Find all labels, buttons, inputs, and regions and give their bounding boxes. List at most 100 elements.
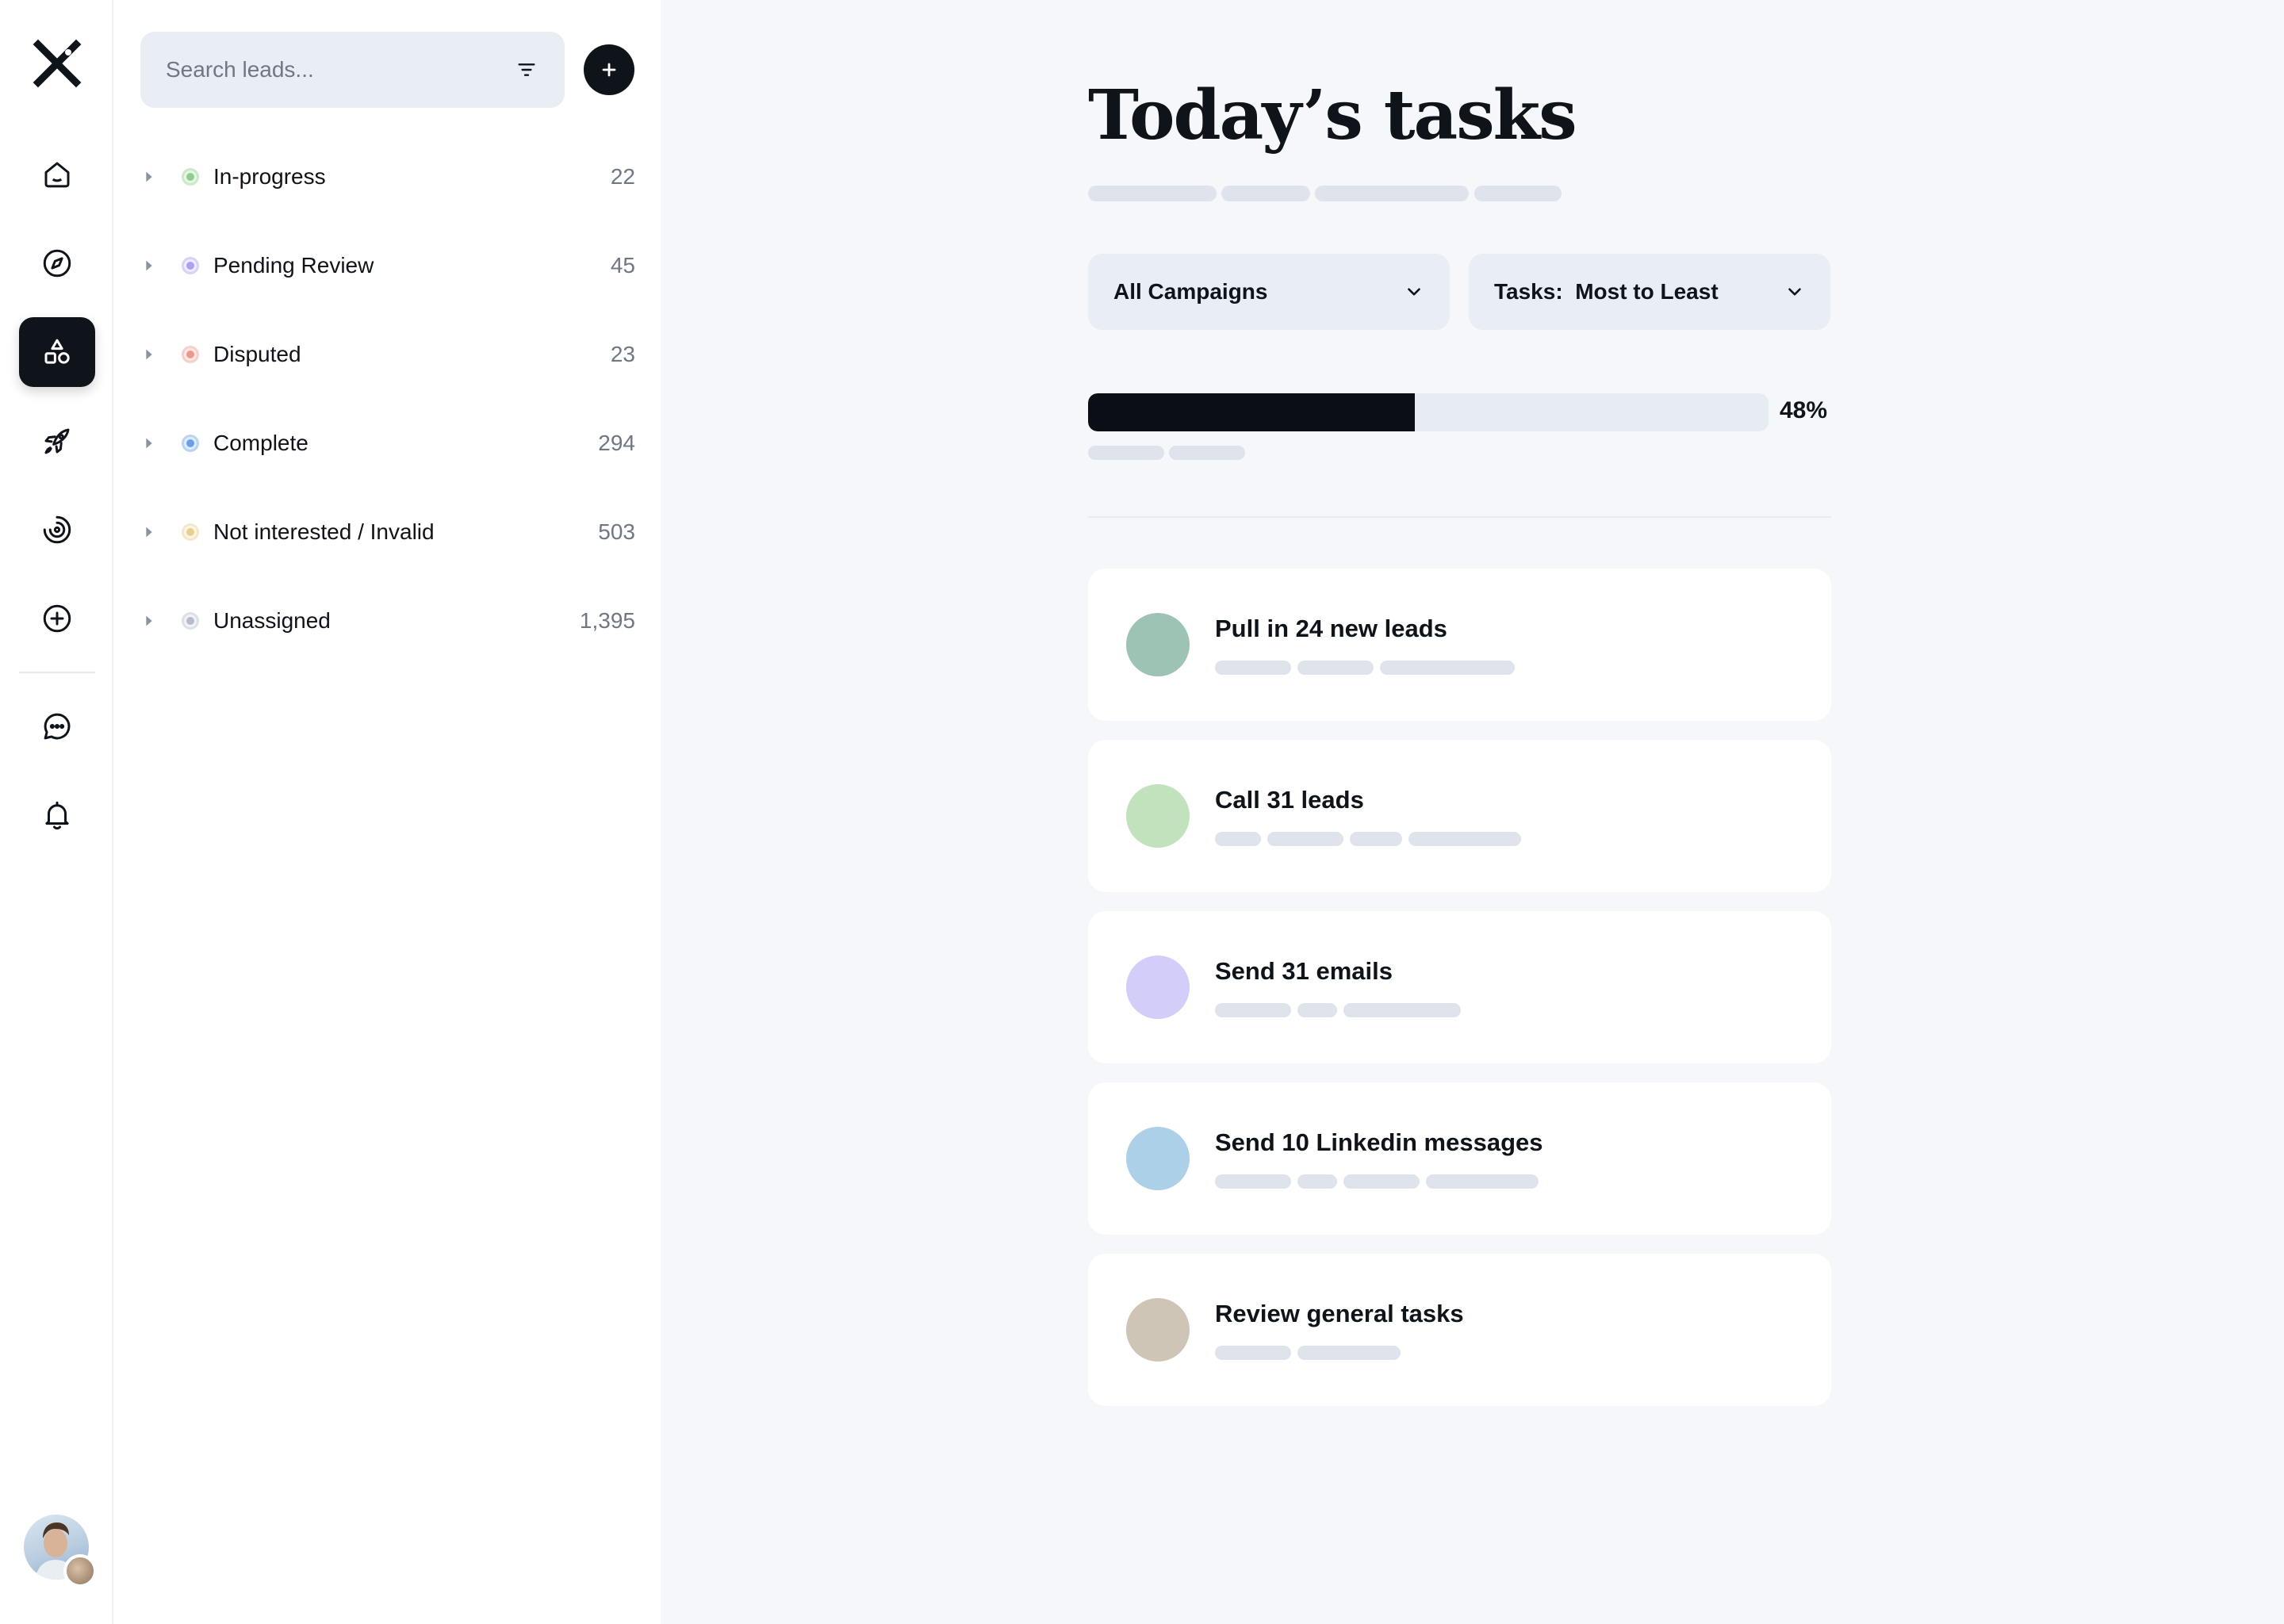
nav-messages-button[interactable] xyxy=(19,691,95,761)
task-card[interactable]: Pull in 24 new leads xyxy=(1088,569,1831,721)
task-detail-skeleton xyxy=(1215,1346,1291,1360)
task-avatar xyxy=(1126,1127,1190,1190)
progress-caption-skeleton xyxy=(1169,446,1245,460)
leads-panel: In-progress 22 Pending Review 45 Disputed 23 C… xyxy=(115,0,661,1624)
task-detail-skeleton xyxy=(1297,661,1374,675)
lead-group-count: 45 xyxy=(610,253,635,278)
nav-home-button[interactable] xyxy=(19,140,95,209)
task-detail-skeleton xyxy=(1297,1003,1337,1017)
task-card[interactable]: Review general tasks xyxy=(1088,1254,1831,1406)
progress-bar-fill xyxy=(1088,393,1415,431)
user-avatar[interactable] xyxy=(24,1515,97,1588)
lead-group-label: Not interested / Invalid xyxy=(213,519,435,544)
target-icon xyxy=(43,515,71,544)
task-detail-skeleton xyxy=(1297,1174,1337,1189)
subtitle-skeleton xyxy=(1474,186,1562,201)
lead-group-count: 294 xyxy=(598,431,635,455)
chevron-down-icon xyxy=(1408,288,1420,296)
lead-group-row[interactable]: In-progress 22 xyxy=(140,148,635,205)
campaign-dropdown-label: All Campaigns xyxy=(1113,279,1268,304)
subtitle-skeleton xyxy=(1088,186,1217,201)
progress-percentage: 48% xyxy=(1780,397,1828,423)
caret-right-icon[interactable] xyxy=(140,435,158,452)
lead-group-label: In-progress xyxy=(213,164,326,189)
lead-group-count: 1,395 xyxy=(579,608,635,633)
lead-group-count: 22 xyxy=(610,164,635,189)
nav-leads-button[interactable] xyxy=(19,317,95,387)
subtitle-skeleton xyxy=(1315,186,1469,201)
caret-right-icon[interactable] xyxy=(140,257,158,274)
plus-circle-icon xyxy=(43,604,71,633)
nav-campaigns-button[interactable] xyxy=(19,406,95,476)
rail-divider xyxy=(19,672,95,673)
icon-rail xyxy=(0,0,113,1624)
caret-right-icon[interactable] xyxy=(140,523,158,541)
task-label: Pull in 24 new leads xyxy=(1215,615,1447,642)
nav-create-button[interactable] xyxy=(19,584,95,653)
task-card[interactable]: Call 31 leads xyxy=(1088,740,1831,892)
task-avatar xyxy=(1126,956,1190,1019)
lead-group-row[interactable]: Complete 294 xyxy=(140,415,635,472)
caret-right-icon[interactable] xyxy=(140,612,158,630)
caret-right-icon[interactable] xyxy=(140,168,158,186)
task-detail-skeleton xyxy=(1267,832,1343,846)
lead-group-label: Unassigned xyxy=(213,608,331,633)
subtitle-skeleton xyxy=(1221,186,1310,201)
search-input[interactable] xyxy=(166,57,514,82)
task-detail-skeleton xyxy=(1426,1174,1539,1189)
task-detail-skeleton xyxy=(1350,832,1402,846)
status-dot xyxy=(182,168,199,186)
lead-group-row[interactable]: Not interested / Invalid 503 xyxy=(140,504,635,561)
task-card[interactable]: Send 10 Linkedin messages xyxy=(1088,1082,1831,1235)
task-label: Send 10 Linkedin messages xyxy=(1215,1128,1543,1156)
page-title: Today’s tasks xyxy=(1088,75,1577,155)
caret-right-icon[interactable] xyxy=(140,346,158,363)
status-dot xyxy=(182,435,199,452)
lead-group-row[interactable]: Pending Review 45 xyxy=(140,237,635,294)
task-label: Send 31 emails xyxy=(1215,957,1393,985)
task-avatar xyxy=(1126,784,1190,848)
home-icon xyxy=(44,162,70,188)
status-dot xyxy=(182,346,199,363)
progress-caption-skeleton xyxy=(1088,446,1164,460)
campaign-dropdown[interactable]: All Campaigns xyxy=(1088,254,1450,330)
task-label: Review general tasks xyxy=(1215,1300,1464,1327)
task-label: Call 31 leads xyxy=(1215,786,1364,814)
nav-explore-button[interactable] xyxy=(19,228,95,298)
filter-icon[interactable] xyxy=(514,57,539,82)
status-dot xyxy=(182,523,199,541)
section-divider xyxy=(1088,516,1831,518)
search-bar[interactable] xyxy=(140,32,565,108)
lead-group-label: Complete xyxy=(213,431,308,455)
task-detail-skeleton xyxy=(1380,661,1515,675)
task-detail-skeleton xyxy=(1215,661,1291,675)
task-detail-skeleton xyxy=(1215,1003,1291,1017)
shapes-icon xyxy=(44,339,70,364)
task-detail-skeleton xyxy=(1297,1346,1401,1360)
status-dot xyxy=(182,257,199,274)
compass-icon xyxy=(43,249,71,278)
lead-group-label: Disputed xyxy=(213,342,301,366)
lead-group-count: 23 xyxy=(610,342,635,366)
lead-group-label: Pending Review xyxy=(213,253,374,278)
task-detail-skeleton xyxy=(1215,1174,1291,1189)
task-detail-skeleton xyxy=(1343,1003,1461,1017)
progress-bar xyxy=(1088,393,1769,431)
task-card[interactable]: Send 31 emails xyxy=(1088,911,1831,1063)
app-logo-icon[interactable] xyxy=(30,36,84,90)
chevron-down-icon xyxy=(1788,288,1801,296)
status-dot xyxy=(182,612,199,630)
main-content: Today’s tasks All Campaigns Tasks: Most … xyxy=(661,0,2284,1624)
nav-goals-button[interactable] xyxy=(19,495,95,565)
task-detail-skeleton xyxy=(1343,1174,1420,1189)
nav-notifications-button[interactable] xyxy=(19,780,95,850)
lead-group-row[interactable]: Unassigned 1,395 xyxy=(140,592,635,649)
task-detail-skeleton xyxy=(1408,832,1521,846)
lead-group-row[interactable]: Disputed 23 xyxy=(140,326,635,383)
task-detail-skeleton xyxy=(1215,832,1261,846)
task-avatar xyxy=(1126,613,1190,676)
plus-icon xyxy=(602,63,616,77)
add-lead-button[interactable] xyxy=(584,44,634,95)
bell-icon xyxy=(45,801,69,830)
sort-dropdown[interactable]: Tasks: Most to Least xyxy=(1469,254,1830,330)
